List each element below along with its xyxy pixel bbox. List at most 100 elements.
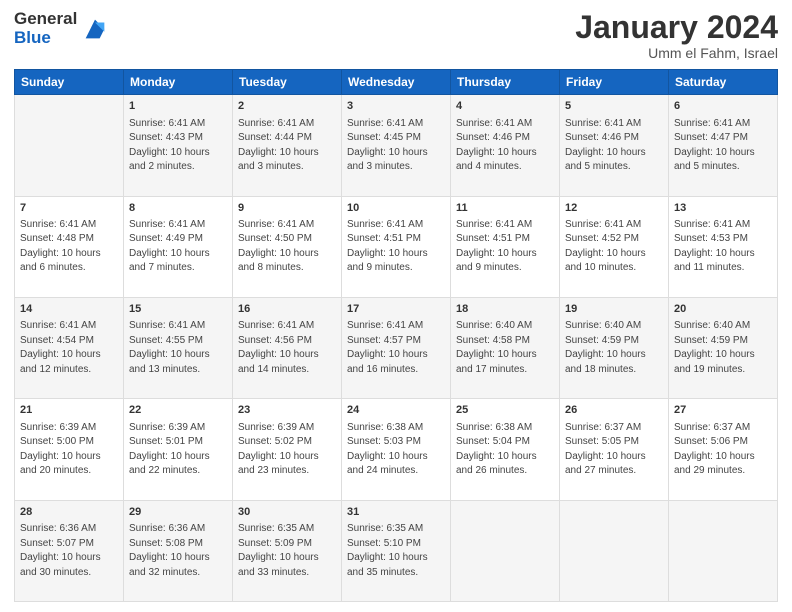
day-number: 4 [456, 99, 554, 114]
day-info: Sunrise: 6:36 AMSunset: 5:08 PMDaylight:… [129, 522, 227, 580]
calendar-week-row: 21 Sunrise: 6:39 AMSunset: 5:00 PMDayligh… [15, 399, 778, 500]
day-number: 27 [674, 403, 772, 418]
calendar-page: General Blue January 2024 Umm el Fahm, I… [0, 0, 792, 612]
calendar-cell: 2 Sunrise: 6:41 AMSunset: 4:44 PMDaylight… [233, 95, 342, 196]
calendar-cell: 7 Sunrise: 6:41 AMSunset: 4:48 PMDaylight… [15, 196, 124, 297]
day-number: 21 [20, 403, 118, 418]
day-info: Sunrise: 6:39 AMSunset: 5:00 PMDaylight:… [20, 421, 118, 479]
day-number: 14 [20, 302, 118, 317]
day-number: 15 [129, 302, 227, 317]
day-info: Sunrise: 6:41 AMSunset: 4:49 PMDaylight:… [129, 218, 227, 276]
day-info: Sunrise: 6:41 AMSunset: 4:48 PMDaylight:… [20, 218, 118, 276]
day-info: Sunrise: 6:35 AMSunset: 5:10 PMDaylight:… [347, 522, 445, 580]
day-number: 11 [456, 201, 554, 216]
weekday-header-sunday: Sunday [15, 70, 124, 95]
calendar-cell: 29 Sunrise: 6:36 AMSunset: 5:08 PMDayligh… [124, 500, 233, 601]
day-info: Sunrise: 6:41 AMSunset: 4:54 PMDaylight:… [20, 319, 118, 377]
day-info: Sunrise: 6:40 AMSunset: 4:59 PMDaylight:… [565, 319, 663, 377]
calendar-cell: 31 Sunrise: 6:35 AMSunset: 5:10 PMDayligh… [342, 500, 451, 601]
calendar-table: SundayMondayTuesdayWednesdayThursdayFrid… [14, 69, 778, 602]
weekday-header-monday: Monday [124, 70, 233, 95]
calendar-cell: 9 Sunrise: 6:41 AMSunset: 4:50 PMDaylight… [233, 196, 342, 297]
calendar-cell: 30 Sunrise: 6:35 AMSunset: 5:09 PMDayligh… [233, 500, 342, 601]
calendar-cell [451, 500, 560, 601]
day-number: 3 [347, 99, 445, 114]
weekday-header-saturday: Saturday [669, 70, 778, 95]
day-info: Sunrise: 6:37 AMSunset: 5:06 PMDaylight:… [674, 421, 772, 479]
calendar-cell [15, 95, 124, 196]
calendar-cell: 26Sunrise: 6:37 AMSunset: 5:05 PMDayligh… [560, 399, 669, 500]
page-subtitle: Umm el Fahm, Israel [575, 45, 778, 61]
day-number: 20 [674, 302, 772, 317]
calendar-cell: 5Sunrise: 6:41 AMSunset: 4:46 PMDaylight… [560, 95, 669, 196]
calendar-cell: 15 Sunrise: 6:41 AMSunset: 4:55 PMDayligh… [124, 297, 233, 398]
calendar-cell: 20 Sunrise: 6:40 AMSunset: 4:59 PMDayligh… [669, 297, 778, 398]
day-info: Sunrise: 6:40 AMSunset: 4:58 PMDaylight:… [456, 319, 554, 377]
weekday-header-wednesday: Wednesday [342, 70, 451, 95]
day-info: Sunrise: 6:39 AMSunset: 5:02 PMDaylight:… [238, 421, 336, 479]
day-info: Sunrise: 6:41 AMSunset: 4:45 PMDaylight:… [347, 117, 445, 175]
header: General Blue January 2024 Umm el Fahm, I… [14, 10, 778, 61]
day-number: 1 [129, 99, 227, 114]
day-info: Sunrise: 6:38 AMSunset: 5:03 PMDaylight:… [347, 421, 445, 479]
calendar-cell: 19Sunrise: 6:40 AMSunset: 4:59 PMDayligh… [560, 297, 669, 398]
day-info: Sunrise: 6:41 AMSunset: 4:51 PMDaylight:… [456, 218, 554, 276]
day-info: Sunrise: 6:41 AMSunset: 4:57 PMDaylight:… [347, 319, 445, 377]
day-info: Sunrise: 6:41 AMSunset: 4:55 PMDaylight:… [129, 319, 227, 377]
weekday-header-thursday: Thursday [451, 70, 560, 95]
day-number: 7 [20, 201, 118, 216]
day-number: 30 [238, 505, 336, 520]
calendar-cell: 17 Sunrise: 6:41 AMSunset: 4:57 PMDayligh… [342, 297, 451, 398]
title-block: January 2024 Umm el Fahm, Israel [575, 10, 778, 61]
calendar-cell: 23Sunrise: 6:39 AMSunset: 5:02 PMDayligh… [233, 399, 342, 500]
calendar-cell: 6 Sunrise: 6:41 AMSunset: 4:47 PMDaylight… [669, 95, 778, 196]
day-number: 28 [20, 505, 118, 520]
calendar-week-row: 28 Sunrise: 6:36 AMSunset: 5:07 PMDayligh… [15, 500, 778, 601]
calendar-cell: 3 Sunrise: 6:41 AMSunset: 4:45 PMDaylight… [342, 95, 451, 196]
day-info: Sunrise: 6:36 AMSunset: 5:07 PMDaylight:… [20, 522, 118, 580]
day-number: 6 [674, 99, 772, 114]
day-number: 2 [238, 99, 336, 114]
day-number: 24 [347, 403, 445, 418]
day-number: 8 [129, 201, 227, 216]
day-info: Sunrise: 6:40 AMSunset: 4:59 PMDaylight:… [674, 319, 772, 377]
day-info: Sunrise: 6:35 AMSunset: 5:09 PMDaylight:… [238, 522, 336, 580]
day-number: 5 [565, 99, 663, 114]
day-info: Sunrise: 6:41 AMSunset: 4:47 PMDaylight:… [674, 117, 772, 175]
calendar-cell: 11 Sunrise: 6:41 AMSunset: 4:51 PMDayligh… [451, 196, 560, 297]
day-number: 13 [674, 201, 772, 216]
day-number: 9 [238, 201, 336, 216]
calendar-week-row: 1Sunrise: 6:41 AMSunset: 4:43 PMDaylight… [15, 95, 778, 196]
calendar-cell: 24 Sunrise: 6:38 AMSunset: 5:03 PMDayligh… [342, 399, 451, 500]
logo: General Blue [14, 10, 109, 47]
day-number: 31 [347, 505, 445, 520]
day-info: Sunrise: 6:41 AMSunset: 4:46 PMDaylight:… [456, 117, 554, 175]
calendar-cell: 10Sunrise: 6:41 AMSunset: 4:51 PMDayligh… [342, 196, 451, 297]
calendar-cell: 1Sunrise: 6:41 AMSunset: 4:43 PMDaylight… [124, 95, 233, 196]
day-info: Sunrise: 6:41 AMSunset: 4:53 PMDaylight:… [674, 218, 772, 276]
day-number: 12 [565, 201, 663, 216]
weekday-header-tuesday: Tuesday [233, 70, 342, 95]
day-info: Sunrise: 6:41 AMSunset: 4:50 PMDaylight:… [238, 218, 336, 276]
calendar-cell: 12 Sunrise: 6:41 AMSunset: 4:52 PMDayligh… [560, 196, 669, 297]
day-info: Sunrise: 6:41 AMSunset: 4:56 PMDaylight:… [238, 319, 336, 377]
calendar-cell: 4 Sunrise: 6:41 AMSunset: 4:46 PMDaylight… [451, 95, 560, 196]
calendar-cell: 22Sunrise: 6:39 AMSunset: 5:01 PMDayligh… [124, 399, 233, 500]
day-number: 29 [129, 505, 227, 520]
day-info: Sunrise: 6:41 AMSunset: 4:52 PMDaylight:… [565, 218, 663, 276]
day-info: Sunrise: 6:38 AMSunset: 5:04 PMDaylight:… [456, 421, 554, 479]
calendar-cell: 16Sunrise: 6:41 AMSunset: 4:56 PMDayligh… [233, 297, 342, 398]
day-number: 18 [456, 302, 554, 317]
day-number: 10 [347, 201, 445, 216]
day-info: Sunrise: 6:39 AMSunset: 5:01 PMDaylight:… [129, 421, 227, 479]
day-info: Sunrise: 6:41 AMSunset: 4:44 PMDaylight:… [238, 117, 336, 175]
logo-text: General Blue [14, 10, 77, 47]
calendar-cell: 27 Sunrise: 6:37 AMSunset: 5:06 PMDayligh… [669, 399, 778, 500]
logo-general-text: General [14, 10, 77, 29]
day-number: 17 [347, 302, 445, 317]
calendar-week-row: 7 Sunrise: 6:41 AMSunset: 4:48 PMDaylight… [15, 196, 778, 297]
calendar-cell: 21 Sunrise: 6:39 AMSunset: 5:00 PMDayligh… [15, 399, 124, 500]
logo-icon [81, 15, 109, 43]
calendar-cell [560, 500, 669, 601]
page-title: January 2024 [575, 10, 778, 45]
